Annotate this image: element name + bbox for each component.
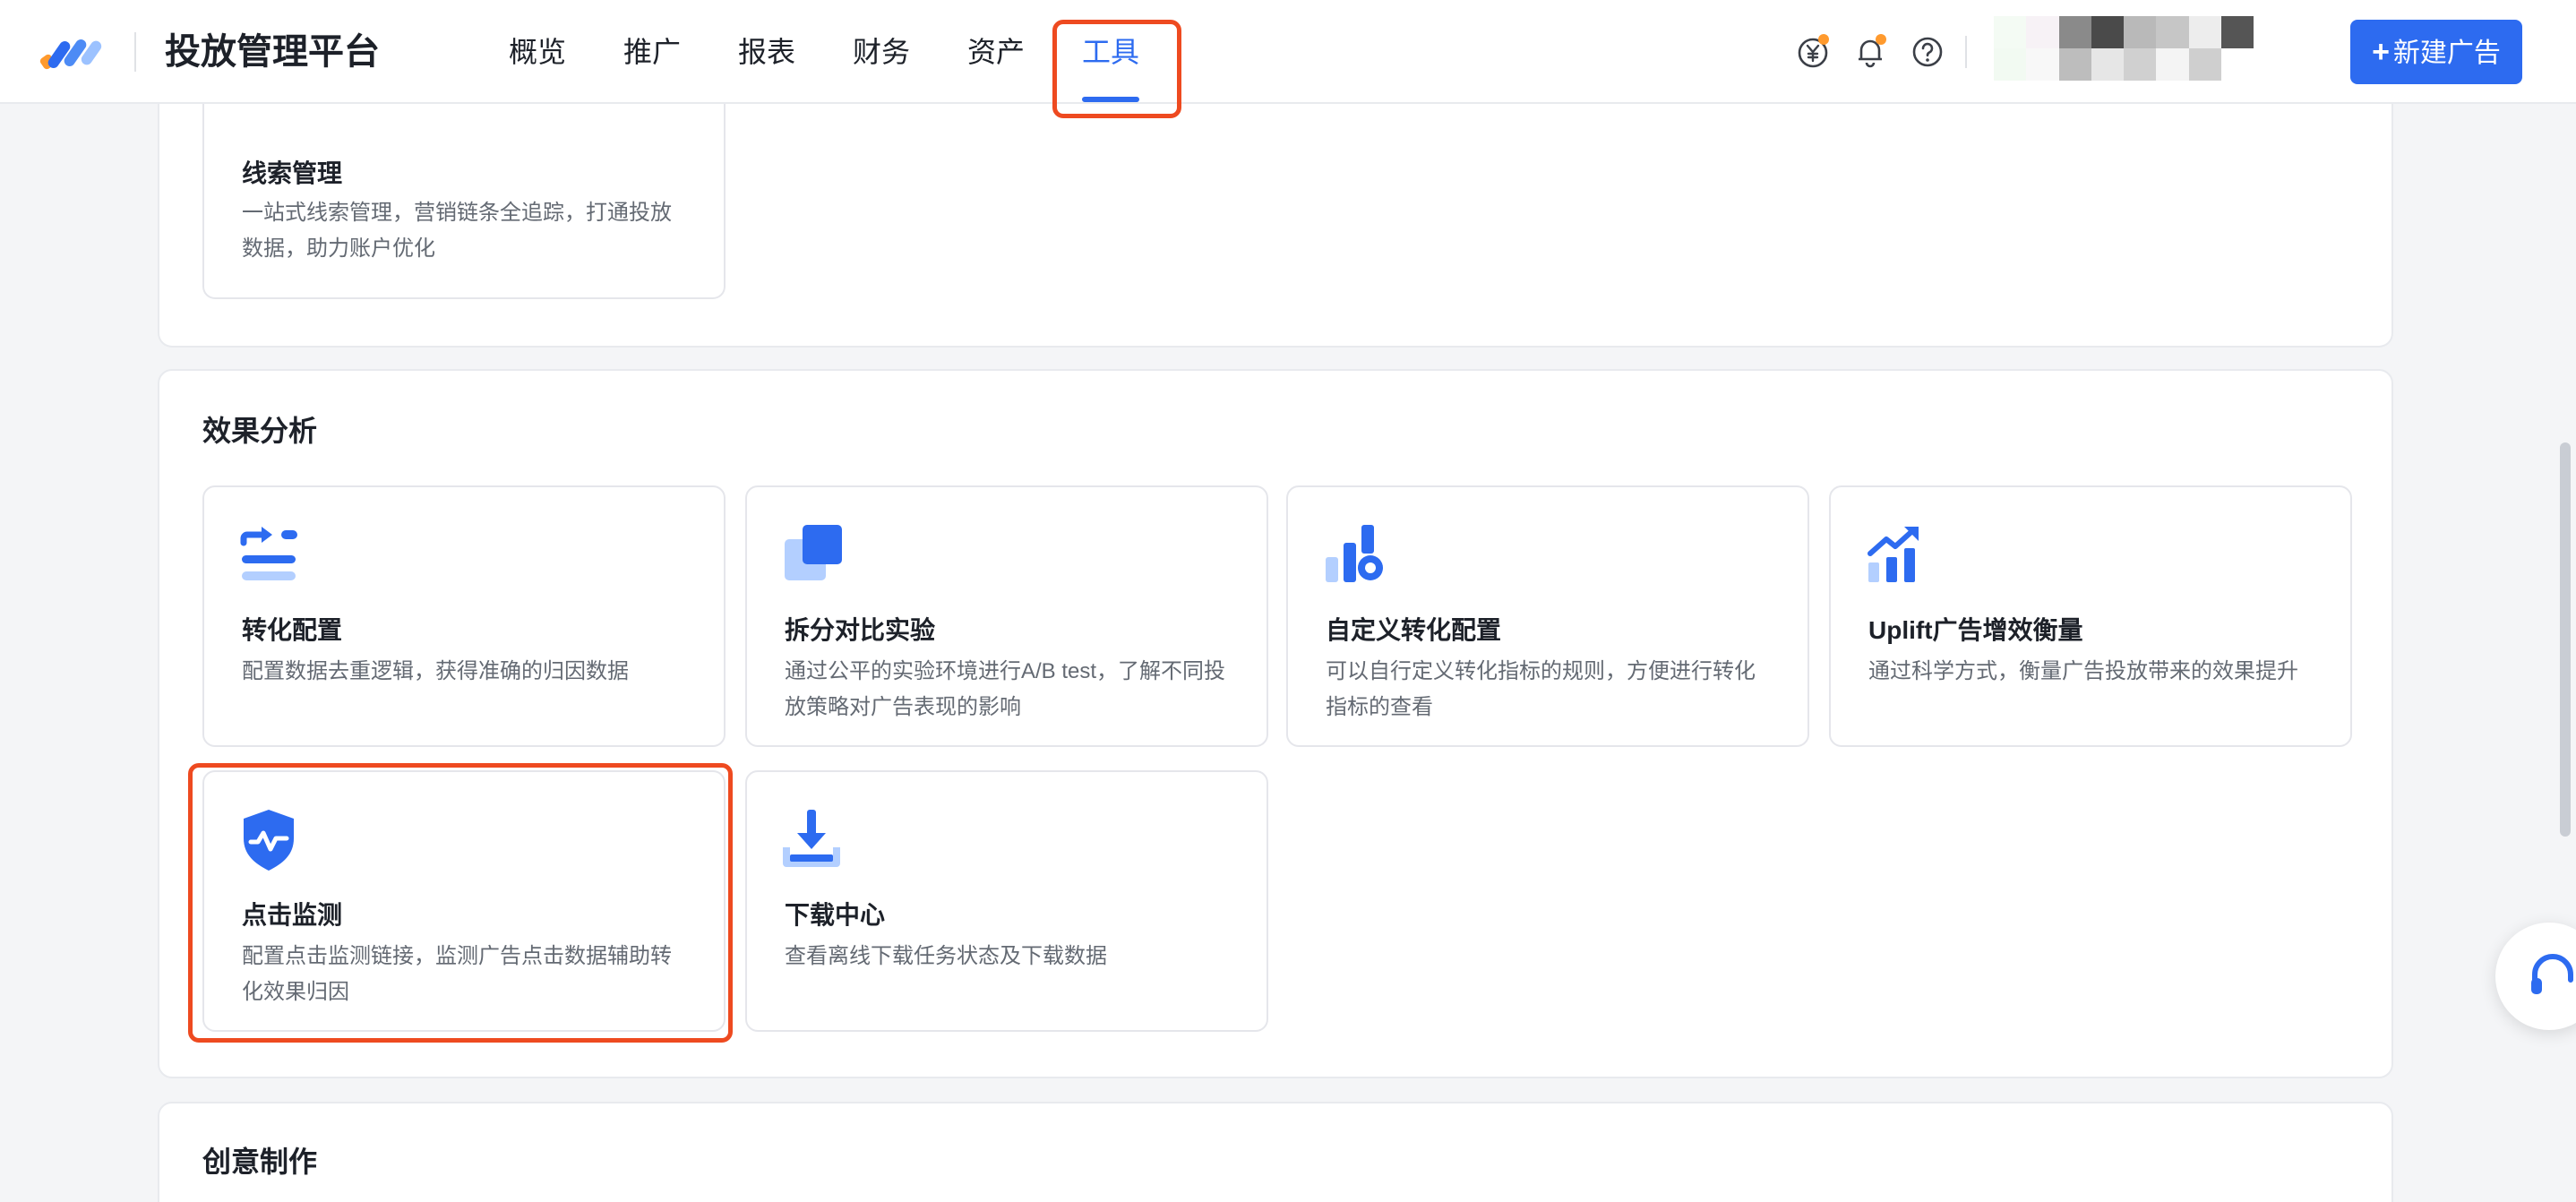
plus-icon: + [2372, 35, 2390, 69]
page-scrollbar-thumb[interactable] [2560, 442, 2571, 837]
tab-overview[interactable]: 概览 [509, 27, 566, 77]
uplift-chart-icon [1868, 527, 1919, 582]
card-title: 线索管理 [242, 159, 343, 187]
tab-tools[interactable]: 工具 [1082, 27, 1139, 77]
custom-conversion-icon [1326, 525, 1383, 582]
section-title-effect-analysis: 效果分析 [202, 415, 318, 447]
card-title: Uplift广告增效衡量 [1868, 616, 2083, 644]
ab-test-icon [785, 525, 842, 580]
tab-finance[interactable]: 财务 [853, 27, 910, 77]
coin-notification-dot [1818, 34, 1829, 45]
card-title: 点击监测 [242, 901, 343, 929]
active-tab-indicator [1082, 97, 1139, 102]
card-description: 通过科学方式，衡量广告投放带来的效果提升 [1868, 659, 2298, 683]
create-ad-button[interactable]: + 新建广告 [2350, 20, 2522, 84]
tab-promotion[interactable]: 推广 [623, 27, 681, 77]
card-description: 配置点击监测链接，监测广告点击数据辅助转化效果归因 [242, 944, 672, 1004]
tool-card-click-monitoring[interactable]: 点击监测 配置点击监测链接，监测广告点击数据辅助转化效果归因 [202, 770, 726, 1032]
creative-production-section: 创意制作 [158, 1102, 2393, 1202]
card-title: 自定义转化配置 [1326, 616, 1502, 644]
card-title: 下载中心 [785, 901, 886, 929]
platform-logo-icon[interactable] [39, 32, 107, 72]
tool-card-conversion-config[interactable]: 转化配置 配置数据去重逻辑，获得准确的归因数据 [202, 485, 726, 747]
tool-card-custom-conversion[interactable]: 自定义转化配置 可以自行定义转化指标的规则，方便进行转化指标的查看 [1286, 485, 1809, 747]
customer-service-float-button[interactable] [2495, 923, 2576, 1030]
section-title-creative-production: 创意制作 [202, 1146, 318, 1178]
card-title: 转化配置 [242, 616, 343, 644]
card-description: 通过公平的实验环境进行A/B test，了解不同投放策略对广告表现的影响 [785, 659, 1226, 719]
card-description: 查看离线下载任务状态及下载数据 [785, 944, 1107, 968]
card-description: 一站式线索管理，营销链条全追踪，打通投放数据，助力账户优化 [242, 201, 672, 261]
logo-divider [134, 32, 136, 72]
conversion-config-icon [240, 527, 297, 580]
app-title: 投放管理平台 [165, 32, 380, 72]
top-navigation-bar: 投放管理平台 概览 推广 报表 财务 资产 工具 + 新建广告 [0, 0, 2576, 104]
bell-notification-dot [1876, 34, 1886, 45]
tool-card-download-center[interactable]: 下载中心 查看离线下载任务状态及下载数据 [745, 770, 1268, 1032]
card-title: 拆分对比实验 [785, 616, 936, 644]
tab-assets[interactable]: 资产 [967, 27, 1025, 77]
icon-divider [1965, 36, 1967, 68]
tool-card-uplift[interactable]: Uplift广告增效衡量 通过科学方式，衡量广告投放带来的效果提升 [1829, 485, 2352, 747]
headset-icon [2531, 954, 2573, 994]
effect-analysis-section: 效果分析 转化配置 配置数据去重逻辑，获得准确的归因数据 拆分对比实验 通过公平… [158, 369, 2393, 1078]
tool-card-ab-test[interactable]: 拆分对比实验 通过公平的实验环境进行A/B test，了解不同投放策略对广告表现… [745, 485, 1268, 747]
card-description: 配置数据去重逻辑，获得准确的归因数据 [242, 659, 629, 683]
download-icon [783, 810, 840, 867]
tab-reports[interactable]: 报表 [738, 27, 795, 77]
card-description: 可以自行定义转化指标的规则，方便进行转化指标的查看 [1326, 659, 1756, 719]
shield-pulse-icon [244, 810, 294, 871]
help-circle-icon[interactable] [1910, 34, 1945, 70]
create-ad-label: 新建广告 [2392, 39, 2501, 68]
account-avatar-blurred[interactable] [1994, 16, 2254, 81]
